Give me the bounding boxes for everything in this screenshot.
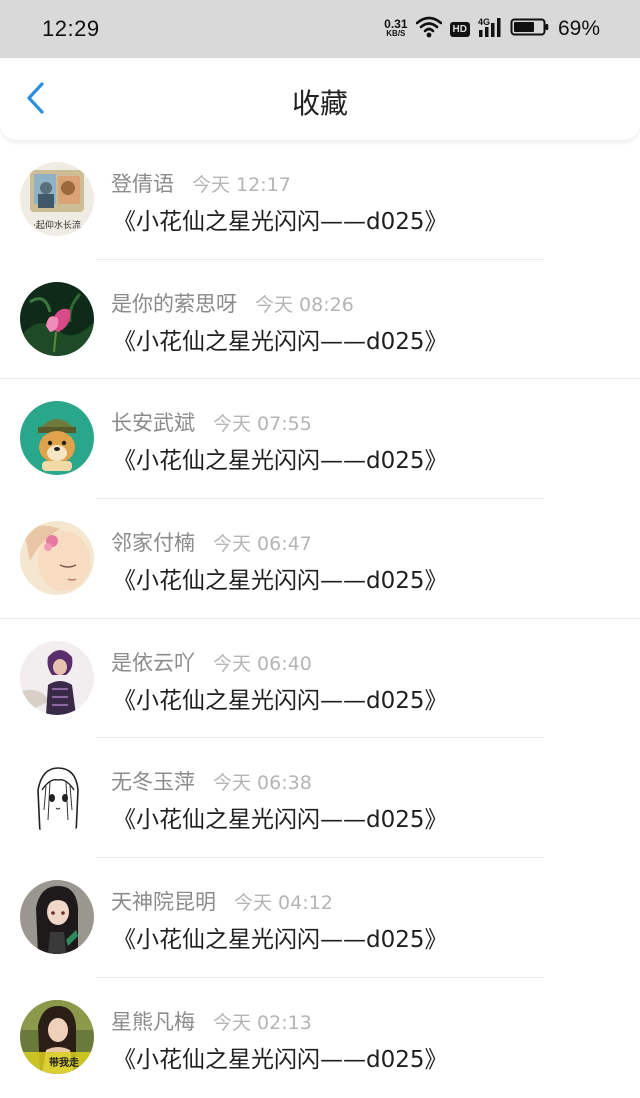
item-meta: 是依云吖 今天 06:40 — [111, 647, 312, 677]
timestamp: 今天 02:13 — [213, 1011, 312, 1034]
timestamp: 今天 06:38 — [213, 772, 312, 795]
avatar[interactable]: 带我走 — [20, 999, 94, 1074]
favorites-list: ·起仰水长流 登倩语 今天 12:17 《小花仙之星光闪闪——d025》 是你的… — [0, 140, 640, 1098]
username[interactable]: 登倩语 — [111, 168, 174, 198]
item-meta: 无冬玉萍 今天 06:38 — [111, 766, 312, 796]
list-item[interactable]: 无冬玉萍 今天 06:38 《小花仙之星光闪闪——d025》 — [0, 738, 640, 859]
wifi-icon — [415, 16, 442, 42]
battery-percent: 69% — [557, 17, 600, 40]
timestamp: 今天 06:47 — [213, 533, 312, 556]
item-meta: 邻家付楠 今天 06:47 — [111, 527, 312, 557]
username[interactable]: 邻家付楠 — [111, 527, 195, 557]
item-meta: 天神院昆明 今天 04:12 — [111, 886, 333, 916]
item-title[interactable]: 《小花仙之星光闪闪——d025》 — [113, 800, 448, 834]
avatar[interactable] — [20, 640, 94, 715]
list-item[interactable]: 带我走 星熊凡梅 今天 02:13 《小花仙之星光闪闪——d025》 — [0, 978, 640, 1098]
timestamp: 今天 07:55 — [213, 413, 312, 436]
avatar[interactable] — [20, 281, 94, 356]
network-type-label: 4G — [478, 17, 490, 27]
username[interactable]: 无冬玉萍 — [111, 766, 195, 796]
item-meta: 是你的萦思呀 今天 08:26 — [111, 288, 354, 318]
avatar[interactable] — [20, 880, 94, 955]
avatar[interactable] — [20, 521, 94, 596]
battery-icon — [510, 16, 550, 42]
status-bar: 12:29 0.31 KB/S HD 4G 69% — [0, 0, 640, 58]
hd-badge: HD — [449, 21, 470, 37]
page-title: 收藏 — [291, 87, 348, 120]
item-meta: 长安武斌 今天 07:55 — [111, 407, 312, 437]
avatar-text: 带我走 — [49, 1056, 80, 1069]
list-item[interactable]: ·起仰水长流 登倩语 今天 12:17 《小花仙之星光闪闪——d025》 — [0, 140, 640, 260]
item-title[interactable]: 《小花仙之星光闪闪——d025》 — [113, 202, 448, 236]
list-item[interactable]: 邻家付楠 今天 06:47 《小花仙之星光闪闪——d025》 — [0, 499, 640, 619]
avatar-text: ·起仰水长流 — [33, 219, 81, 231]
status-time: 12:29 — [42, 16, 100, 41]
timestamp: 今天 06:40 — [213, 652, 312, 675]
username[interactable]: 是你的萦思呀 — [111, 288, 237, 318]
avatar[interactable] — [20, 760, 94, 835]
timestamp: 今天 12:17 — [192, 174, 291, 196]
avatar[interactable] — [20, 401, 94, 476]
timestamp: 今天 04:12 — [234, 892, 333, 915]
item-title[interactable]: 《小花仙之星光闪闪——d025》 — [113, 441, 448, 475]
item-title[interactable]: 《小花仙之星光闪闪——d025》 — [113, 920, 448, 954]
item-title[interactable]: 《小花仙之星光闪闪——d025》 — [113, 561, 448, 595]
network-speed-value: 0.31 — [384, 17, 408, 31]
header: 收藏 — [0, 58, 640, 140]
item-title[interactable]: 《小花仙之星光闪闪——d025》 — [113, 322, 448, 356]
username[interactable]: 长安武斌 — [111, 407, 195, 437]
network-speed: 0.31 KB/S — [384, 17, 408, 38]
list-item[interactable]: 是你的萦思呀 今天 08:26 《小花仙之星光闪闪——d025》 — [0, 260, 640, 380]
network-speed-unit: KB/S — [386, 29, 406, 38]
list-item[interactable]: 长安武斌 今天 07:55 《小花仙之星光闪闪——d025》 — [0, 379, 640, 500]
avatar[interactable]: ·起仰水长流 — [20, 162, 94, 236]
status-icons: 0.31 KB/S HD 4G 69% — [384, 16, 600, 42]
item-title[interactable]: 《小花仙之星光闪闪——d025》 — [113, 681, 448, 715]
username[interactable]: 是依云吖 — [111, 647, 195, 677]
signal-4g-icon: 4G — [478, 16, 502, 42]
username[interactable]: 星熊凡梅 — [111, 1006, 195, 1036]
item-meta: 星熊凡梅 今天 02:13 — [111, 1006, 312, 1036]
item-meta: 登倩语 今天 12:17 — [111, 168, 291, 198]
timestamp: 今天 08:26 — [255, 293, 354, 316]
item-title[interactable]: 《小花仙之星光闪闪——d025》 — [113, 1040, 448, 1074]
list-item[interactable]: 是依云吖 今天 06:40 《小花仙之星光闪闪——d025》 — [0, 619, 640, 739]
list-item[interactable]: 天神院昆明 今天 04:12 《小花仙之星光闪闪——d025》 — [0, 858, 640, 978]
username[interactable]: 天神院昆明 — [111, 886, 216, 916]
